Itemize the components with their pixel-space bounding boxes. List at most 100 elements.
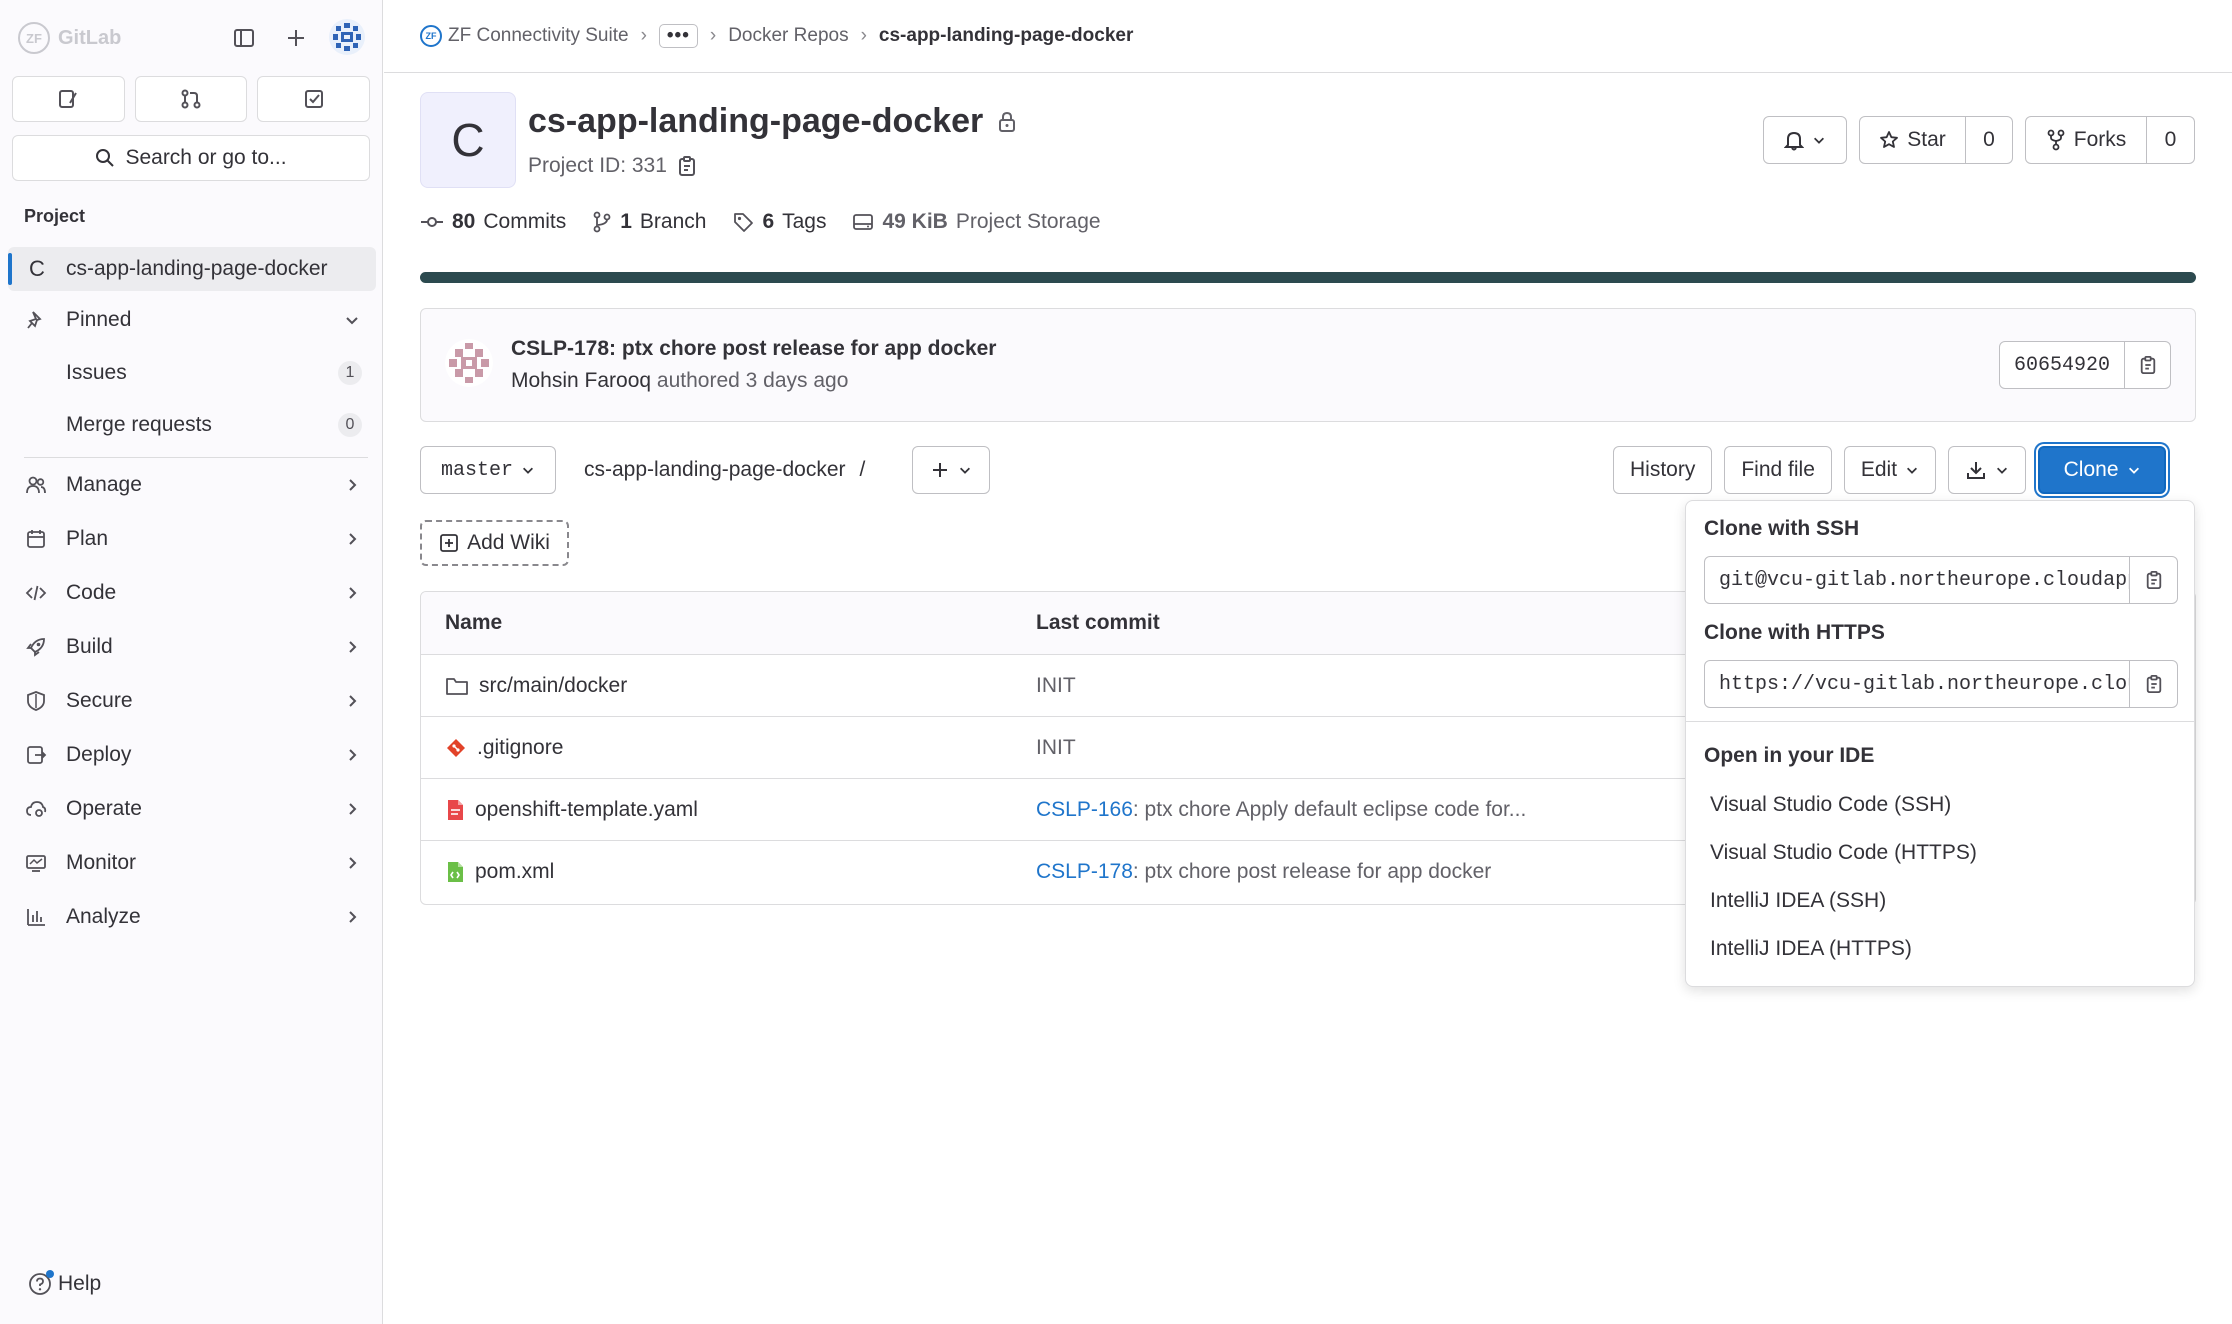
clone-https-url-field[interactable]: https://vcu-gitlab.northeurope.cloudapp.… <box>1704 660 2130 708</box>
forks-count[interactable]: 0 <box>2147 116 2195 164</box>
sidebar-project-link[interactable]: C cs-app-landing-page-docker <box>8 247 376 291</box>
sidebar-pinned-toggle[interactable]: Pinned <box>8 298 376 342</box>
download-icon <box>1967 462 1986 479</box>
commit-sha[interactable]: 60654920 <box>1998 341 2125 389</box>
chevron-right-icon <box>349 911 357 923</box>
search-button[interactable]: Search or go to... <box>12 135 370 181</box>
file-name-cell[interactable]: src/main/docker <box>445 674 627 698</box>
pinned-label: Pinned <box>66 308 132 331</box>
breadcrumb: ZF ZF Connectivity Suite › ••• › Docker … <box>384 0 2232 73</box>
history-button[interactable]: History <box>1613 446 1713 494</box>
copy-sha-button[interactable] <box>2125 341 2171 389</box>
sidebar-divider <box>24 457 368 458</box>
tags-stat[interactable]: 6 Tags <box>732 210 826 234</box>
find-file-button[interactable]: Find file <box>1724 446 1832 494</box>
sidebar-item-label: Build <box>66 635 113 658</box>
commit-title-link[interactable]: CSLP-178: ptx chore post release for app… <box>511 337 996 361</box>
row-commit-message[interactable]: INIT <box>1036 674 1076 698</box>
sidebar-toggle-icon <box>234 29 254 47</box>
sidebar-item-manage[interactable]: Manage <box>8 463 376 507</box>
merge-requests-tab[interactable] <box>134 76 248 122</box>
breadcrumb-subgroup[interactable]: Docker Repos <box>728 25 848 47</box>
branches-stat[interactable]: 1 Branch <box>592 210 706 234</box>
tags-label: Tags <box>782 210 827 233</box>
add-wiki-button[interactable]: Add Wiki <box>420 520 569 566</box>
sidebar-item-code[interactable]: Code <box>8 571 376 615</box>
ide-intellij-https-item[interactable]: IntelliJ IDEA (HTTPS) <box>1710 937 1912 961</box>
download-dropdown-button[interactable] <box>1948 446 2027 494</box>
copy-icon[interactable] <box>677 155 697 177</box>
ide-intellij-ssh-item[interactable]: IntelliJ IDEA (SSH) <box>1710 889 1886 913</box>
copy-https-url-button[interactable] <box>2130 660 2178 708</box>
file-name: .gitignore <box>477 735 564 759</box>
clone-dropdown: Clone with SSH git@vcu-gitlab.northeurop… <box>1685 500 2195 987</box>
search-placeholder: Search or go to... <box>125 146 287 169</box>
add-to-tree-button[interactable] <box>912 446 990 494</box>
project-avatar-small: C <box>29 256 45 281</box>
sidebar-item-merge-requests[interactable]: Merge requests 0 <box>8 403 376 447</box>
tree-actions: History Find file Edit Clone <box>1613 446 2167 494</box>
create-new-button[interactable] <box>278 20 314 56</box>
assigned-issues-tab[interactable] <box>12 76 125 122</box>
ide-vscode-https-item[interactable]: Visual Studio Code (HTTPS) <box>1710 841 1977 865</box>
commit-issue-link[interactable]: CSLP-178 <box>1036 860 1133 883</box>
chevron-right-icon <box>349 695 357 707</box>
clone-ssh-url-field[interactable]: git@vcu-gitlab.northeurope.cloudapp.azur… <box>1704 556 2130 604</box>
sidebar-item-build[interactable]: Build <box>8 625 376 669</box>
sidebar-item-monitor[interactable]: Monitor <box>8 841 376 885</box>
ide-vscode-ssh-item[interactable]: Visual Studio Code (SSH) <box>1710 793 1951 817</box>
open-in-ide-label: Open in your IDE <box>1704 744 1875 767</box>
sidebar-item-analyze[interactable]: Analyze <box>8 895 376 939</box>
sidebar-item-label: Secure <box>66 689 133 712</box>
commits-stat[interactable]: 80 Commits <box>420 210 566 234</box>
thumbtack-icon <box>24 308 48 332</box>
user-avatar[interactable] <box>328 18 366 56</box>
column-last-commit: Last commit <box>1036 611 1160 634</box>
sidebar-item-operate[interactable]: Operate <box>8 787 376 831</box>
notification-settings-button[interactable] <box>1763 116 1847 164</box>
star-button[interactable]: Star <box>1859 116 1966 164</box>
clone-label: Clone <box>2063 458 2119 481</box>
chevron-down-icon <box>2128 467 2139 474</box>
file-name-cell[interactable]: pom.xml <box>445 860 554 884</box>
fork-button[interactable]: Forks <box>2025 116 2147 164</box>
row-commit-message[interactable]: CSLP-166: ptx chore Apply default eclips… <box>1036 798 1526 822</box>
path-separator: / <box>859 458 866 481</box>
sidebar-item-secure[interactable]: Secure <box>8 679 376 723</box>
clone-dropdown-button[interactable]: Clone <box>2038 446 2167 494</box>
commit-author-avatar[interactable] <box>445 339 493 387</box>
sidebar-item-deploy[interactable]: Deploy <box>8 733 376 777</box>
file-name-cell[interactable]: openshift-template.yaml <box>445 798 698 822</box>
project-avatar: C <box>420 92 516 188</box>
row-commit-message[interactable]: CSLP-178: ptx chore post release for app… <box>1036 860 1491 884</box>
branch-selector[interactable]: master <box>420 446 556 494</box>
storage-label: Project Storage <box>955 210 1101 233</box>
commit-author-link[interactable]: Mohsin Farooq <box>511 369 651 392</box>
gitlab-logo[interactable]: ZF GitLab <box>18 22 121 54</box>
repository-language-bar[interactable] <box>420 272 2196 283</box>
page-title: cs-app-landing-page-docker <box>528 102 984 140</box>
storage-stat[interactable]: 49 KiB Project Storage <box>852 210 1101 234</box>
sidebar-item-plan[interactable]: Plan <box>8 517 376 561</box>
help-button[interactable]: Help <box>28 1270 101 1296</box>
commit-text: : ptx chore Apply default eclipse code f… <box>1132 797 1527 821</box>
code-icon <box>24 581 48 605</box>
edit-dropdown-button[interactable]: Edit <box>1843 446 1937 494</box>
breadcrumb-more-button[interactable]: ••• <box>658 24 698 48</box>
copy-icon <box>2146 675 2161 693</box>
users-icon <box>24 473 48 497</box>
collapse-sidebar-button[interactable] <box>226 20 262 56</box>
breadcrumb-current[interactable]: cs-app-landing-page-docker <box>879 25 1133 47</box>
path-root-link[interactable]: cs-app-landing-page-docker <box>584 458 846 482</box>
file-name-cell[interactable]: .gitignore <box>445 736 563 760</box>
sidebar-item-issues[interactable]: Issues 1 <box>8 351 376 395</box>
todo-tab[interactable] <box>257 76 371 122</box>
row-commit-message[interactable]: INIT <box>1036 736 1076 760</box>
breadcrumb-group[interactable]: ZF ZF Connectivity Suite <box>420 25 629 47</box>
project-id: Project ID: 331 <box>528 154 697 178</box>
chart-icon <box>24 905 48 929</box>
chevron-down-icon <box>523 467 533 474</box>
copy-ssh-url-button[interactable] <box>2130 556 2178 604</box>
commit-issue-link[interactable]: CSLP-166 <box>1036 798 1133 821</box>
star-count[interactable]: 0 <box>1966 116 2013 164</box>
